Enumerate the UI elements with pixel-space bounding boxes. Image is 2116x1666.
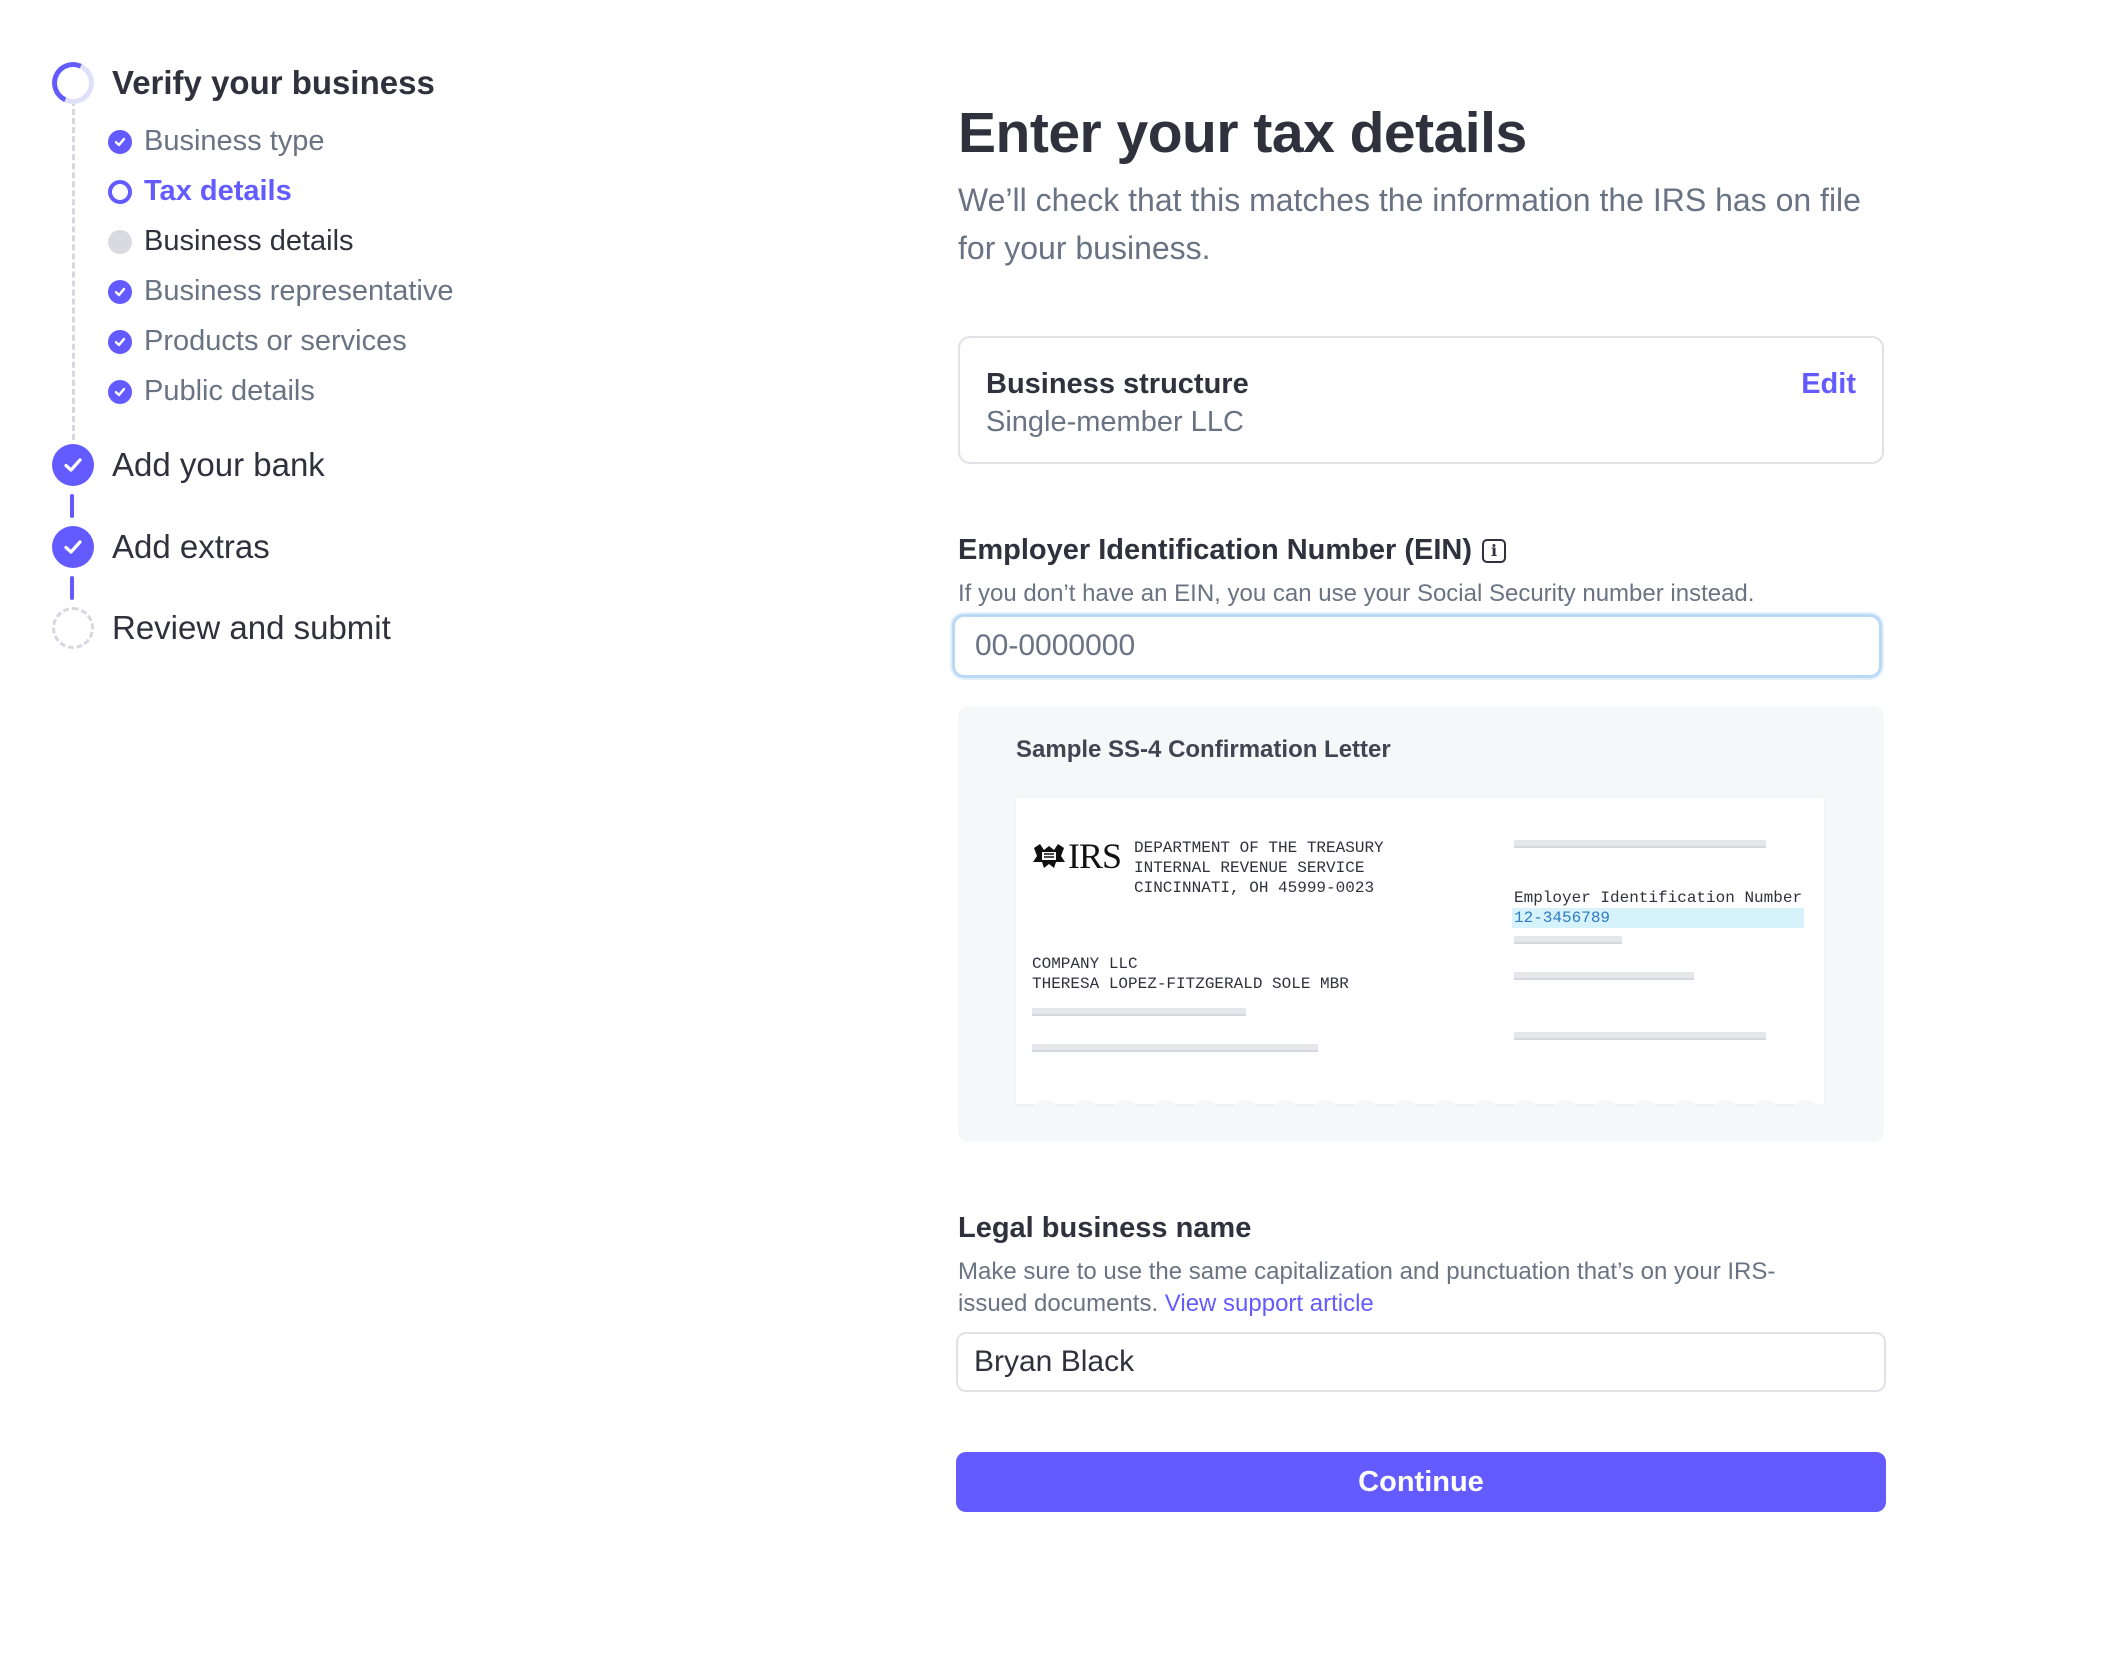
redacted-line <box>1514 936 1622 944</box>
redacted-line <box>1514 972 1694 980</box>
letter-sender-address: DEPARTMENT OF THE TREASURY INTERNAL REVE… <box>1134 839 1384 897</box>
sample-letter-panel: Sample SS-4 Confirmation Letter IRS DEPA… <box>958 706 1884 1142</box>
irs-logo-text: IRS <box>1068 836 1122 876</box>
step-label: Add your bank <box>112 446 325 483</box>
substep-label: Business details <box>144 225 354 257</box>
substep-public-details[interactable]: Public details <box>108 375 315 408</box>
redacted-line <box>1032 1044 1318 1052</box>
page-title: Enter your tax details <box>958 101 1527 165</box>
sample-letter-caption: Sample SS-4 Confirmation Letter <box>1016 736 1391 763</box>
step-add-bank[interactable]: Add your bank <box>52 444 325 486</box>
torn-edge <box>1016 1100 1824 1112</box>
stepper-rail-dashed <box>72 100 75 440</box>
pending-step-icon <box>108 229 132 254</box>
substep-label: Public details <box>144 375 315 407</box>
step-add-extras[interactable]: Add extras <box>52 526 270 568</box>
ein-help-text: If you don’t have an EIN, you can use yo… <box>958 580 1755 607</box>
letter-ein-value: 12-3456789 <box>1512 908 1804 928</box>
sample-letter-document: IRS DEPARTMENT OF THE TREASURY INTERNAL … <box>1016 798 1824 1112</box>
current-step-icon <box>108 179 132 204</box>
business-structure-label: Business structure <box>986 368 1249 400</box>
check-circle-icon <box>108 379 132 404</box>
substep-products-services[interactable]: Products or services <box>108 325 407 358</box>
step-label: Verify your business <box>112 64 435 101</box>
letter-recipient: COMPANY LLC THERESA LOPEZ-FITZGERALD SOL… <box>1032 955 1349 993</box>
redacted-line <box>1032 1008 1246 1016</box>
stepper-rail-complete <box>70 576 74 600</box>
check-circle-icon <box>108 279 132 304</box>
check-circle-icon <box>108 129 132 154</box>
substep-label: Business type <box>144 125 325 157</box>
edit-business-structure-link[interactable]: Edit <box>1801 368 1856 401</box>
check-circle-icon <box>52 444 94 486</box>
substep-label: Products or services <box>144 325 407 357</box>
substep-business-representative[interactable]: Business representative <box>108 275 454 308</box>
substep-tax-details[interactable]: Tax details <box>108 175 292 208</box>
in-progress-icon <box>46 56 100 110</box>
step-label: Add extras <box>112 528 270 565</box>
substep-business-type[interactable]: Business type <box>108 125 325 158</box>
ein-label-text: Employer Identification Number (EIN) <box>958 534 1472 566</box>
progress-stepper: Verify your business Business type Tax d… <box>0 0 700 760</box>
step-label: Review and submit <box>112 609 391 646</box>
page: Verify your business Business type Tax d… <box>0 0 2116 1666</box>
check-circle-icon <box>52 526 94 568</box>
legal-name-help: Make sure to use the same capitalization… <box>958 1256 1838 1320</box>
substep-label: Tax details <box>144 175 292 207</box>
business-structure-card: Business structure Single-member LLC Edi… <box>958 336 1884 464</box>
check-circle-icon <box>108 329 132 354</box>
page-subtitle: We’ll check that this matches the inform… <box>958 182 1861 266</box>
continue-button[interactable]: Continue <box>956 1452 1886 1512</box>
support-article-link[interactable]: View support article <box>1165 1290 1374 1317</box>
legal-name-input[interactable] <box>956 1332 1886 1392</box>
ein-field-label: Employer Identification Number (EIN) i <box>958 534 1506 567</box>
substep-label: Business representative <box>144 275 454 307</box>
stepper-rail-complete <box>70 494 74 518</box>
step-review-submit[interactable]: Review and submit <box>52 607 391 649</box>
irs-logo: IRS <box>1032 836 1122 876</box>
business-structure-value: Single-member LLC <box>986 406 1244 438</box>
info-icon[interactable]: i <box>1482 538 1506 563</box>
irs-eagle-icon <box>1033 844 1065 868</box>
ein-input[interactable] <box>952 614 1882 678</box>
legal-name-label: Legal business name <box>958 1212 1252 1244</box>
incomplete-step-icon <box>52 607 94 649</box>
substep-business-details[interactable]: Business details <box>108 225 354 258</box>
redacted-line <box>1514 1032 1766 1040</box>
step-verify-business[interactable]: Verify your business <box>46 56 435 110</box>
letter-ein-label: Employer Identification Number <box>1514 889 1803 907</box>
redacted-line <box>1514 840 1766 848</box>
